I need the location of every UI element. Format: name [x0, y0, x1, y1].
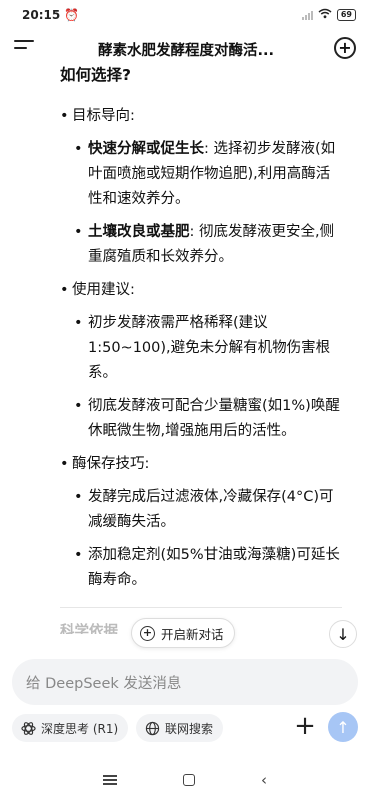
home-icon[interactable]: [183, 774, 195, 786]
plus-circle-icon: +: [140, 625, 155, 641]
new-dialog-label: 开启新对话: [161, 626, 224, 642]
message-input[interactable]: 给 DeepSeek 发送消息: [12, 659, 358, 705]
message-input-placeholder: 给 DeepSeek 发送消息: [26, 675, 182, 692]
conversation-title: 酵素水肥发酵程度对酶活...: [97, 43, 275, 59]
globe-icon: [144, 720, 160, 736]
status-time: 20:15: [22, 8, 61, 22]
system-nav-bar: ‹: [0, 760, 370, 800]
sub-list-item: 发酵完成后过滤液体,冷藏保存(4°C)可减缓酶失活。: [74, 485, 342, 535]
scroll-down-button[interactable]: ↓: [329, 620, 357, 648]
wifi-icon: [318, 8, 332, 22]
divider: [60, 607, 342, 608]
list-item: 使用建议:: [60, 278, 342, 303]
signal-icon: [301, 10, 313, 20]
new-chat-icon[interactable]: +: [334, 37, 356, 59]
message-content: 如何选择? 目标导向: 快速分解或促生长: 选择初步发酵液(如叶面喷施或短期作物…: [0, 64, 370, 634]
menu-icon[interactable]: [14, 40, 34, 56]
recent-apps-icon[interactable]: [103, 773, 117, 788]
arrow-up-icon: ↑: [336, 717, 350, 737]
send-button[interactable]: ↑: [328, 712, 358, 742]
attach-plus-button[interactable]: +: [292, 712, 318, 742]
sub-list-item: 土壤改良或基肥: 彻底发酵液更安全,侧重腐殖质和长效养分。: [74, 220, 342, 270]
atom-icon: [20, 720, 36, 736]
web-search-label: 联网搜索: [165, 721, 214, 736]
arrow-down-icon: ↓: [336, 624, 350, 644]
sub-list-item: 快速分解或促生长: 选择初步发酵液(如叶面喷施或短期作物追肥),利用高酶活性和速…: [74, 137, 342, 212]
battery-indicator: 69: [336, 9, 356, 21]
new-dialog-button[interactable]: + 开启新对话: [131, 618, 235, 648]
status-icons: 69: [301, 8, 356, 22]
back-icon[interactable]: ‹: [261, 771, 267, 789]
deepthink-toggle[interactable]: 深度思考 (R1): [12, 714, 129, 742]
section-heading: 如何选择?: [60, 66, 131, 84]
status-bar: 20:15 ⏰ 69: [0, 0, 370, 30]
web-search-toggle[interactable]: 联网搜索: [136, 714, 224, 742]
alarm-icon: ⏰: [64, 8, 80, 22]
deepthink-label: 深度思考 (R1): [41, 721, 119, 736]
sub-list-item: 初步发酵液需严格稀释(建议1:50~100),避免未分解有机物伤害根系。: [74, 311, 342, 386]
app-header: 酵素水肥发酵程度对酶活... +: [0, 30, 370, 66]
list-item: 目标导向:: [60, 104, 342, 129]
sub-list-item: 添加稳定剂(如5%甘油或海藻糖)可延长酶寿命。: [74, 543, 342, 593]
sub-list-item: 彻底发酵液可配合少量糖蜜(如1%)唤醒休眠微生物,增强施用后的活性。: [74, 394, 342, 444]
list-item: 酶保存技巧:: [60, 452, 342, 477]
